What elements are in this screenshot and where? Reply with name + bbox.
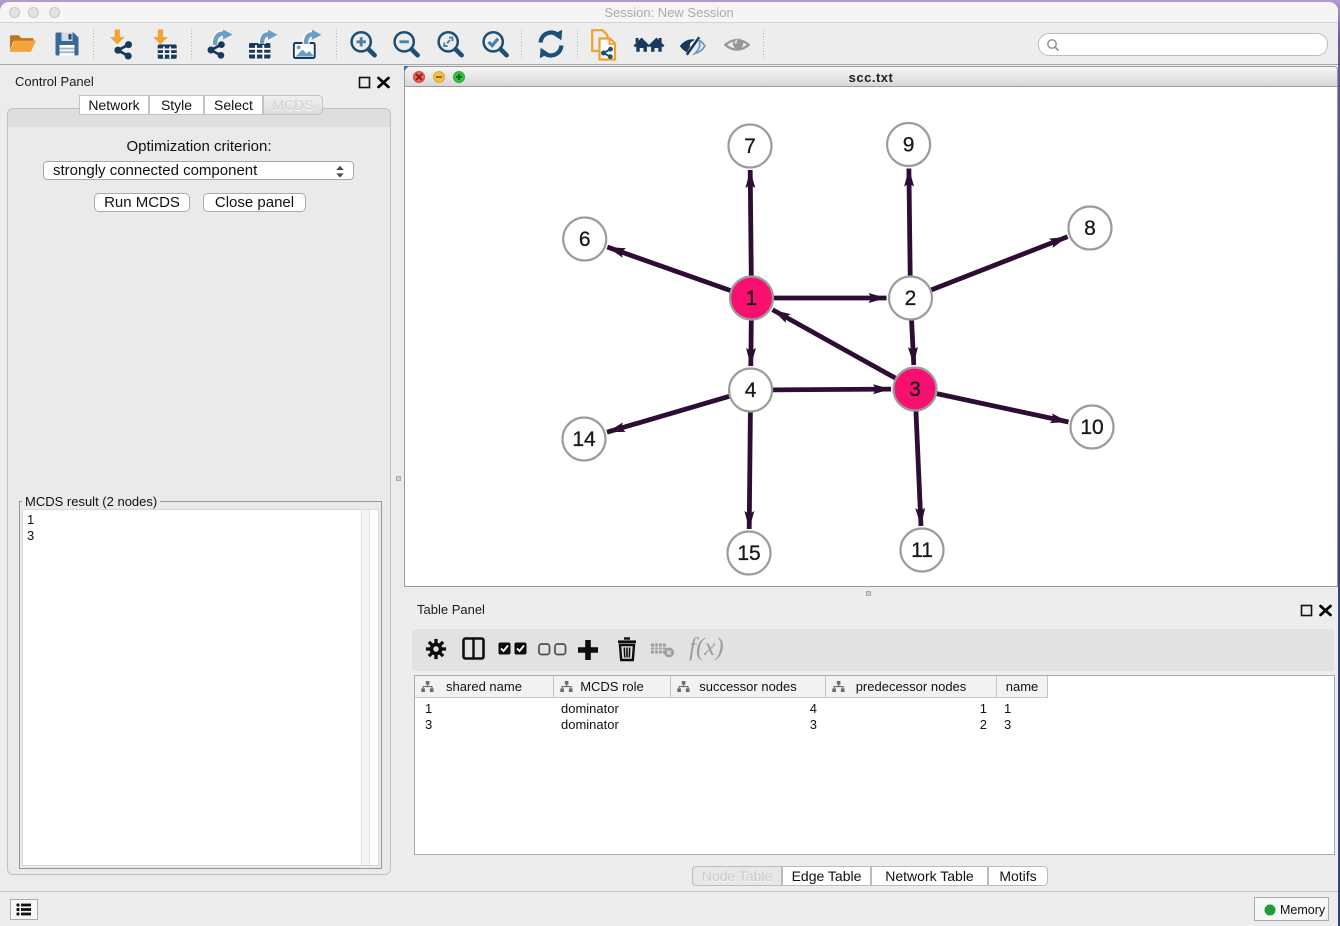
svg-text:3: 3 xyxy=(909,378,921,401)
svg-text:10: 10 xyxy=(1080,416,1103,439)
svg-text:9: 9 xyxy=(903,134,915,157)
svg-text:11: 11 xyxy=(911,539,933,562)
svg-text:1: 1 xyxy=(746,287,758,310)
svg-text:4: 4 xyxy=(745,379,757,402)
svg-text:8: 8 xyxy=(1084,217,1096,240)
svg-text:2: 2 xyxy=(905,287,917,310)
svg-text:14: 14 xyxy=(572,428,596,451)
svg-text:7: 7 xyxy=(744,135,756,158)
svg-text:15: 15 xyxy=(737,542,760,565)
svg-text:6: 6 xyxy=(579,228,591,251)
